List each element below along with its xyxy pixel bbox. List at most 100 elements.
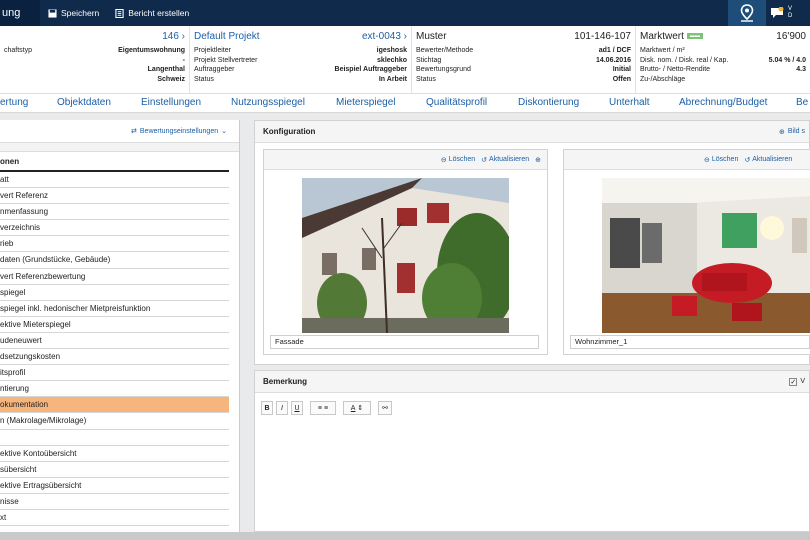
report-label: Bericht erstellen: [128, 8, 190, 18]
content-area: Konfiguration ⊕ Bild s ⊖ Löschen ↺ Aktualis…: [254, 120, 810, 532]
top-bar: ung Speichern Bericht erstellen VD: [0, 0, 810, 26]
remark-panel: Bemerkung ✓ V B I U ≡ ≡ A ⇕ ⚯: [254, 370, 810, 532]
link-button[interactable]: ⚯: [378, 401, 392, 415]
info-value: ad1 / DCF: [598, 47, 631, 54]
plus-circle-icon: ⊕: [779, 128, 785, 136]
refresh-image-button[interactable]: ↺ Aktualisieren: [744, 156, 792, 164]
delete-image-button[interactable]: ⊖ Löschen: [441, 156, 475, 164]
image-card-fassade: ⊖ Löschen ↺ Aktualisieren ⊕ Fassade: [263, 149, 548, 355]
list-item[interactable]: ektive Ertragsübersicht: [0, 478, 229, 494]
list-item[interactable]: verzeichnis: [0, 220, 229, 237]
document-list: att vert Referenz nmenfassung verzeichnis ri…: [0, 172, 229, 527]
living-room-photo: [602, 178, 810, 333]
facade-photo: [302, 178, 509, 333]
project-id-link[interactable]: ext-0043 ›: [362, 31, 407, 42]
list-item[interactable]: ntierung: [0, 381, 229, 398]
numbered-list-icon: ≡: [323, 404, 329, 412]
create-report-button[interactable]: Bericht erstellen: [107, 0, 197, 26]
text-color-button[interactable]: A ⇕: [343, 401, 371, 415]
chat-text-1: V: [788, 6, 793, 12]
list-buttons[interactable]: ≡ ≡: [310, 401, 336, 415]
list-item[interactable]: itsprofil: [0, 365, 229, 382]
list-item[interactable]: att: [0, 172, 229, 189]
market-value-label: Marktwert: [640, 31, 684, 42]
tab-mieterspiegel[interactable]: Mieterspiegel: [336, 97, 395, 108]
list-item[interactable]: xt: [0, 510, 229, 527]
remark-title: Bemerkung: [263, 377, 308, 386]
list-item[interactable]: daten (Grundstücke, Gebäude): [0, 252, 229, 269]
italic-button[interactable]: I: [276, 401, 288, 415]
bottom-scrollbar[interactable]: [0, 532, 810, 540]
list-item[interactable]: vert Referenzbewertung: [0, 269, 229, 285]
save-icon: [48, 8, 57, 18]
tab-more[interactable]: Be: [796, 97, 808, 108]
list-item[interactable]: spiegel: [0, 285, 229, 301]
tab-objektdaten[interactable]: Objektdaten: [57, 97, 111, 108]
report-icon: [115, 8, 124, 18]
plus-circle-icon: ⊕: [535, 156, 541, 164]
add-image-button[interactable]: ⊕ Bild s: [779, 128, 805, 136]
image-caption-input[interactable]: Fassade: [270, 335, 539, 349]
tab-einstellungen[interactable]: Einstellungen: [141, 97, 201, 108]
image-caption-input[interactable]: Wohnzimmer_1: [570, 335, 810, 349]
list-item[interactable]: sübersicht: [0, 462, 229, 478]
info-value: igeshosk: [376, 47, 407, 54]
info-label: Bewerter/Methode: [416, 47, 474, 54]
list-item[interactable]: nmenfassung: [0, 204, 229, 221]
list-item[interactable]: vert Referenz: [0, 188, 229, 205]
tab-unterhalt[interactable]: Unterhalt: [609, 97, 650, 108]
info-label: Marktwert / m²: [640, 47, 685, 54]
list-item[interactable]: spiegel inkl. hedonischer Mietpreisfunkt…: [0, 301, 229, 317]
delete-image-button[interactable]: ⊖ Löschen: [704, 156, 738, 164]
save-button[interactable]: Speichern: [40, 0, 107, 26]
chevron-down-icon: ⌄: [221, 128, 227, 135]
map-pin-icon: [740, 4, 754, 22]
info-label: Bewertungsgrund: [416, 66, 471, 73]
tab-nutzungsspiegel[interactable]: Nutzungsspiegel: [231, 97, 305, 108]
list-item[interactable]: okumentation: [0, 397, 229, 414]
info-value: -: [182, 56, 185, 64]
save-label: Speichern: [61, 8, 100, 18]
list-item[interactable]: rieb: [0, 236, 229, 253]
refresh-image-button[interactable]: ↺ Aktualisieren: [481, 156, 529, 164]
list-item[interactable]: ektive Mieterspiegel: [0, 317, 229, 333]
image-card-wohnzimmer: ⊖ Löschen ↺ Aktualisieren Wohnzimmer_1: [563, 149, 810, 355]
valuation-settings-label: Bewertungseinstellungen: [139, 127, 219, 135]
configuration-title: Konfiguration: [263, 127, 316, 136]
info-value: 14.06.2016: [595, 56, 631, 64]
tab-diskontierung[interactable]: Diskontierung: [518, 97, 579, 108]
underline-button[interactable]: U: [291, 401, 303, 415]
tab-abrechnung-budget[interactable]: Abrechnung/Budget: [679, 97, 767, 108]
visibility-checkbox[interactable]: ✓: [789, 377, 798, 386]
list-item[interactable]: [0, 430, 229, 446]
info-value: Offen: [612, 75, 631, 83]
project-link[interactable]: Default Projekt: [194, 31, 260, 42]
list-header: onen: [0, 152, 229, 172]
list-item[interactable]: nisse: [0, 494, 229, 510]
configuration-panel: Konfiguration ⊕ Bild s ⊖ Löschen ↺ Aktualis…: [254, 120, 810, 365]
list-item[interactable]: dsetzungskosten: [0, 349, 229, 366]
valuation-id: 101-146-107: [574, 31, 631, 42]
list-item[interactable]: udeneuwert: [0, 333, 229, 350]
map-button[interactable]: [728, 0, 766, 26]
tab-bewertung[interactable]: ertung: [0, 97, 28, 108]
add-image-circle-button[interactable]: ⊕: [535, 156, 541, 164]
list-item[interactable]: ektive Kontoübersicht: [0, 446, 229, 462]
messages-button[interactable]: VD: [766, 0, 810, 26]
info-value: sklechko: [377, 56, 407, 64]
info-value: Schweiz: [157, 75, 185, 83]
app-title: ung: [0, 0, 40, 26]
info-value: Eigentumswohnung: [118, 47, 185, 54]
tab-qualitaetsprofil[interactable]: Qualitätsprofil: [426, 97, 487, 108]
info-value: Initial: [612, 66, 631, 73]
valuation-settings-dropdown[interactable]: ⇄ Bewertungseinstellungen ⌄: [0, 120, 239, 142]
info-value: Beispiel Auftraggeber: [334, 66, 407, 73]
object-number-link[interactable]: 146 ›: [162, 31, 185, 42]
bold-button[interactable]: B: [261, 401, 273, 415]
valuation-name: Muster: [416, 31, 447, 42]
info-label: Status: [194, 75, 214, 83]
list-item[interactable]: n (Makrolage/Mikrolage): [0, 413, 229, 430]
editor-toolbar: B I U ≡ ≡ A ⇕ ⚯: [261, 401, 392, 415]
status-badge: ▬▬: [686, 33, 703, 40]
info-label: Projektleiter: [194, 47, 231, 54]
